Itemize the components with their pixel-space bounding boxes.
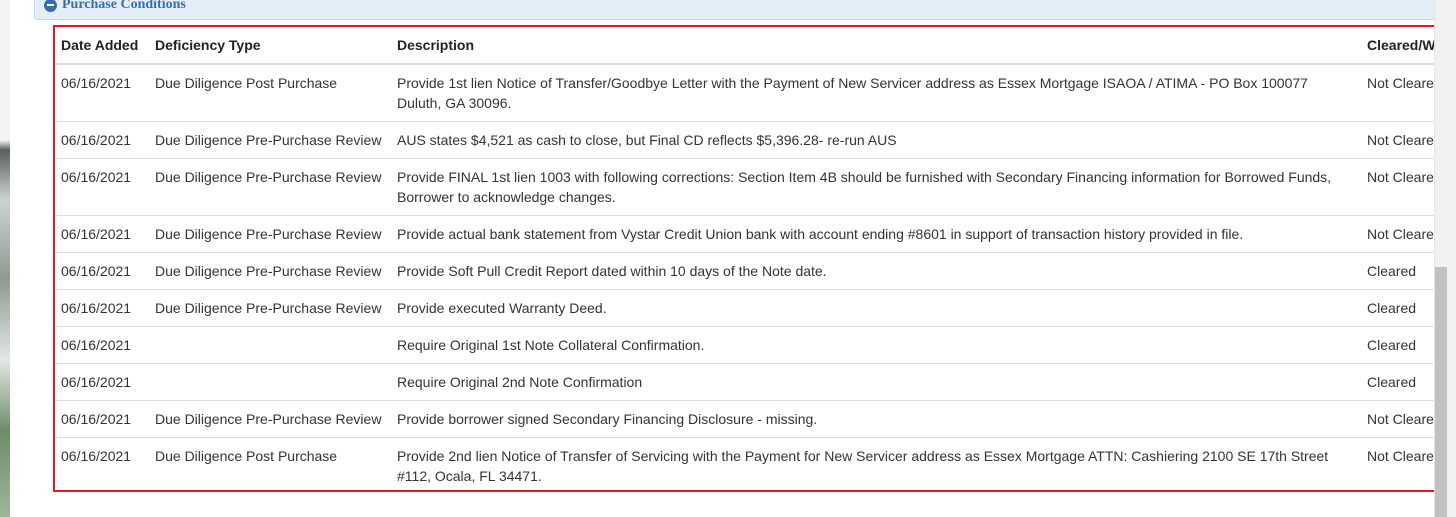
table-row[interactable]: 06/16/2021 Due Diligence Pre-Purchase Re… [55,215,1455,253]
cell-deficiency-type: Due Diligence Pre-Purchase Review [149,252,391,290]
cell-description: AUS states $4,521 as cash to close, but … [391,121,1361,159]
cell-description: Provide 1st lien Notice of Transfer/Good… [391,63,1361,122]
cell-deficiency-type: Due Diligence Pre-Purchase Review [149,121,391,159]
cell-date: 06/16/2021 [55,400,149,438]
column-header-description[interactable]: Description [391,27,1361,65]
cell-description: Provide actual bank statement from Vysta… [391,215,1361,253]
cell-deficiency-type [149,363,391,401]
cell-date: 06/16/2021 [55,437,149,490]
table-body: 06/16/2021 Due Diligence Post Purchase P… [55,63,1455,490]
panel-title[interactable]: Purchase Conditions [44,0,186,14]
cell-deficiency-type: Due Diligence Pre-Purchase Review [149,215,391,253]
cell-deficiency-type [149,326,391,364]
table-row[interactable]: 06/16/2021 Due Diligence Pre-Purchase Re… [55,289,1455,327]
cell-description: Provide borrower signed Secondary Financ… [391,400,1361,438]
cell-description: Provide Soft Pull Credit Report dated wi… [391,252,1361,290]
cell-description: Require Original 2nd Note Confirmation [391,363,1361,401]
cell-description: Provide executed Warranty Deed. [391,289,1361,327]
table-row[interactable]: 06/16/2021 Due Diligence Pre-Purchase Re… [55,252,1455,290]
column-header-deficiency-type[interactable]: Deficiency Type [149,27,391,65]
cell-deficiency-type: Due Diligence Pre-Purchase Review [149,158,391,216]
cell-date: 06/16/2021 [55,326,149,364]
cell-deficiency-type: Due Diligence Post Purchase [149,63,391,122]
column-header-date-added[interactable]: Date Added [55,27,149,65]
table-row[interactable]: 06/16/2021 Due Diligence Pre-Purchase Re… [55,400,1455,438]
vertical-scrollbar-thumb[interactable] [1435,267,1447,517]
cell-date: 06/16/2021 [55,121,149,159]
minus-circle-icon[interactable] [44,0,57,12]
table-row[interactable]: 06/16/2021 Require Original 1st Note Col… [55,326,1455,364]
table-row[interactable]: 06/16/2021 Due Diligence Post Purchase P… [55,437,1455,490]
cell-deficiency-type: Due Diligence Pre-Purchase Review [149,289,391,327]
cell-date: 06/16/2021 [55,289,149,327]
conditions-table: Date Added Deficiency Type Description C… [55,27,1455,490]
cell-deficiency-type: Due Diligence Post Purchase [149,437,391,490]
cell-date: 06/16/2021 [55,63,149,122]
cell-description: Require Original 1st Note Collateral Con… [391,326,1361,364]
panel-title-label: Purchase Conditions [62,0,186,12]
table-row[interactable]: 06/16/2021 Require Original 2nd Note Con… [55,363,1455,401]
cell-description: Provide 2nd lien Notice of Transfer of S… [391,437,1361,490]
background-image-strip [0,0,10,517]
cell-deficiency-type: Due Diligence Pre-Purchase Review [149,400,391,438]
panel-header[interactable] [34,0,1444,20]
table-row[interactable]: 06/16/2021 Due Diligence Pre-Purchase Re… [55,158,1455,216]
table-row[interactable]: 06/16/2021 Due Diligence Post Purchase P… [55,63,1455,122]
table-row[interactable]: 06/16/2021 Due Diligence Pre-Purchase Re… [55,121,1455,159]
cell-date: 06/16/2021 [55,252,149,290]
cell-description: Provide FINAL 1st lien 1003 with followi… [391,158,1361,216]
cell-date: 06/16/2021 [55,215,149,253]
conditions-table-frame: Date Added Deficiency Type Description C… [53,25,1456,492]
table-header-row: Date Added Deficiency Type Description C… [55,27,1455,65]
cell-date: 06/16/2021 [55,363,149,401]
cell-date: 06/16/2021 [55,158,149,216]
